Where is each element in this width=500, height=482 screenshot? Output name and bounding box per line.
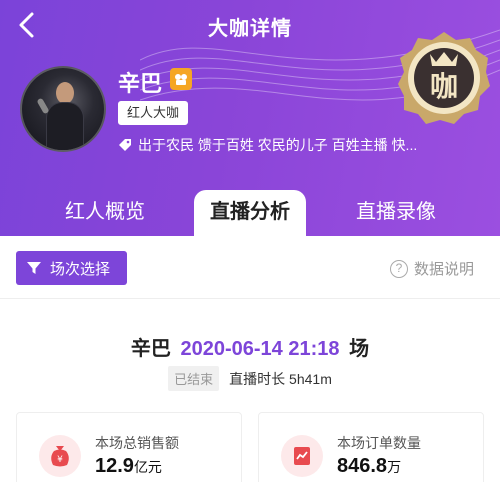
session-select-button[interactable]: 场次选择 — [16, 251, 127, 285]
session-streamer: 辛巴 — [130, 338, 171, 360]
profile-tag: 红人大咖 — [118, 101, 189, 125]
stat-label: 本场总销售额 — [95, 435, 179, 451]
session-suffix: 场 — [349, 338, 370, 360]
tab-bar: 红人概览 直播分析 直播录像 — [0, 190, 500, 236]
svg-text:咖: 咖 — [430, 70, 458, 103]
stat-card-sales: ¥ 本场总销售额 12.9亿元 — [16, 412, 242, 482]
data-explain-link[interactable]: ? 数据说明 — [389, 258, 474, 279]
main-content: 场次选择 ? 数据说明 辛巴 2020-06-14 21:18 场 已结束 直播… — [0, 236, 500, 482]
crown-level-badge-icon: 咖 — [398, 32, 490, 124]
order-chart-icon — [281, 435, 323, 477]
status-badge: 已结束 — [168, 366, 220, 391]
verified-badge-icon — [170, 68, 192, 90]
duration-value: 5h41m — [289, 370, 332, 387]
stat-card-orders: 本场订单数量 846.8万 — [258, 412, 484, 482]
filter-icon — [27, 262, 41, 274]
money-bag-icon: ¥ — [39, 435, 81, 477]
stat-value: 12.9亿元 — [95, 455, 162, 477]
session-title: 辛巴 2020-06-14 21:18 场 — [0, 332, 500, 361]
data-explain-label: 数据说明 — [413, 261, 474, 278]
svg-text:¥: ¥ — [57, 455, 63, 465]
profile-name: 辛巴 — [118, 71, 163, 96]
tab-live-analysis[interactable]: 直播分析 — [194, 190, 306, 236]
duration-label: 直播时长 — [229, 370, 286, 387]
profile-bio: 出于农民 馈于百姓 农民的儿子 百姓主播 快... — [118, 135, 417, 155]
profile-bio-text: 出于农民 馈于百姓 农民的儿子 百姓主播 快... — [138, 137, 418, 153]
tab-live-replay[interactable]: 直播录像 — [336, 190, 456, 236]
help-icon: ? — [389, 259, 408, 278]
session-select-label: 场次选择 — [50, 260, 111, 278]
header-banner: 大咖详情 辛巴 红人大咖 出于农民 馈于百姓 农民的儿子 百姓主播 快... 咖… — [0, 0, 500, 236]
tab-overview[interactable]: 红人概览 — [38, 190, 172, 236]
divider — [0, 298, 500, 299]
tag-icon — [119, 139, 131, 151]
stat-value: 846.8万 — [337, 455, 402, 477]
session-status-line: 已结束 直播时长 5h41m — [0, 366, 500, 391]
avatar[interactable] — [20, 66, 106, 152]
session-datetime: 2020-06-14 21:18 — [180, 338, 340, 360]
stat-label: 本场订单数量 — [337, 435, 421, 451]
